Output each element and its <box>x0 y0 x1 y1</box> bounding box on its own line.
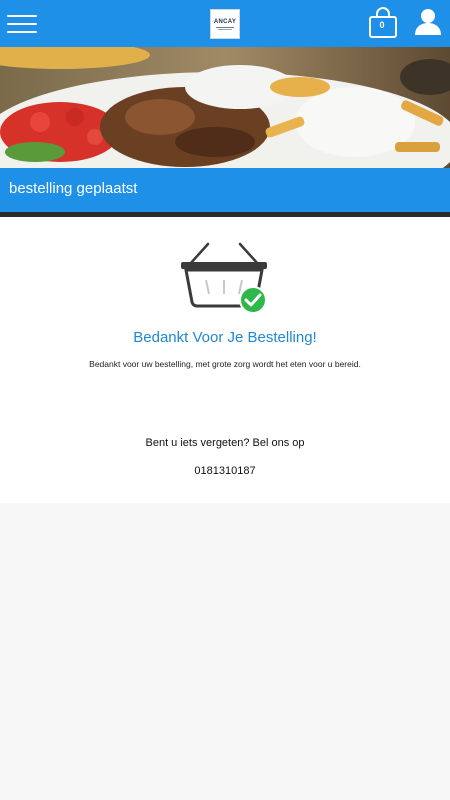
menu-icon[interactable] <box>7 12 39 36</box>
logo-text: ANCAY <box>213 18 237 25</box>
phone-number-link[interactable]: 0181310187 <box>0 465 450 477</box>
cart-button[interactable]: 0 <box>368 6 398 40</box>
confirmation-message: Bedankt voor uw bestelling, met grote zo… <box>89 359 361 369</box>
restaurant-logo[interactable]: ANCAY <box>210 9 240 39</box>
top-navigation-bar: ANCAY 0 <box>0 0 450 47</box>
user-icon <box>415 9 441 35</box>
forgot-something-text: Bent u iets vergeten? Bel ons op <box>145 437 305 449</box>
confirmation-heading: Bedankt Voor Je Bestelling! <box>133 329 317 346</box>
hero-food-image <box>0 47 450 168</box>
basket-check-icon <box>178 240 270 316</box>
page-title-bar: bestelling geplaatst <box>0 168 450 212</box>
account-button[interactable] <box>413 7 443 37</box>
page-title: bestelling geplaatst <box>9 180 138 197</box>
order-confirmation-panel: Bedankt Voor Je Bestelling! Bedankt voor… <box>0 217 450 503</box>
cart-count-badge: 0 <box>379 20 385 30</box>
